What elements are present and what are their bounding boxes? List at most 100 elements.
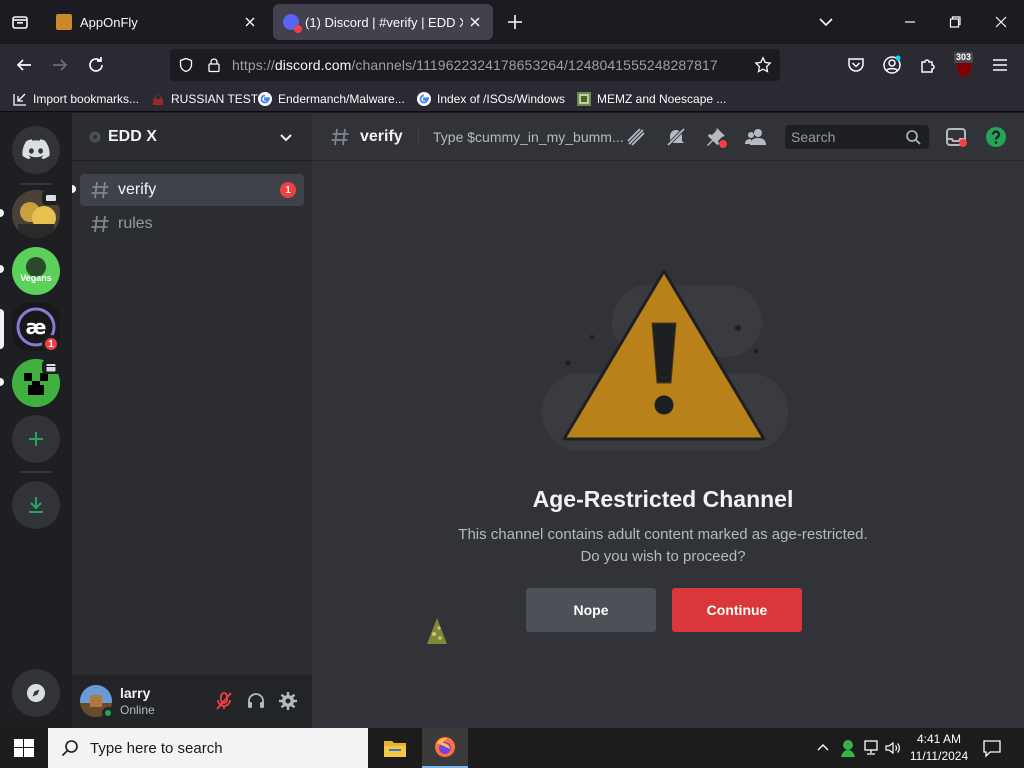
google-icon	[257, 91, 273, 107]
plus-icon	[29, 432, 43, 446]
url-text: https://discord.com/channels/11196223241…	[232, 57, 718, 73]
header-divider	[418, 127, 419, 147]
text-channel-hash-icon	[328, 125, 352, 149]
bookmark-label: Index of /ISOs/Windows	[437, 92, 566, 106]
channel-topic[interactable]: Type $cummy_in_my_bumm...	[433, 129, 624, 145]
tracking-protection-shield-icon[interactable]	[178, 57, 194, 73]
notification-bell-muted-icon[interactable]	[664, 125, 688, 149]
minimize-icon[interactable]	[898, 10, 922, 34]
bookmark-memz[interactable]: MEMZ and Noescape ...	[576, 90, 726, 108]
continue-button[interactable]: Continue	[672, 588, 802, 632]
main-content: verify Type $cummy_in_my_bumm... Search	[312, 113, 1024, 728]
unread-indicator	[0, 265, 4, 273]
text-channel-hash-icon	[88, 178, 112, 202]
close-window-icon[interactable]	[989, 10, 1013, 34]
unread-indicator	[0, 209, 4, 217]
bookmark-star-icon[interactable]	[754, 56, 772, 74]
calendar-event-icon	[42, 360, 60, 374]
bookmark-label: Endermanch/Malware...	[278, 92, 405, 106]
search-icon	[905, 129, 921, 145]
age-restricted-illustration	[538, 263, 788, 453]
headphones-icon[interactable]	[245, 690, 267, 712]
text-channel-hash-icon	[88, 212, 112, 236]
volume-icon[interactable]	[884, 739, 902, 757]
bookmark-endermanch[interactable]: Endermanch/Malware...	[257, 90, 405, 108]
channel-sidebar: EDD X verify 1 rules larry Online	[72, 113, 312, 728]
account-icon[interactable]	[882, 55, 902, 75]
user-settings-gear-icon[interactable]	[277, 690, 299, 712]
tab-apponfly[interactable]: AppOnFly	[46, 4, 268, 40]
help-icon[interactable]	[984, 125, 1008, 149]
hamburger-menu-icon[interactable]	[990, 55, 1010, 75]
bookmark-import[interactable]: Import bookmarks...	[12, 90, 139, 108]
member-list-icon[interactable]	[744, 125, 768, 149]
network-icon[interactable]	[862, 739, 880, 757]
import-icon	[12, 91, 28, 107]
new-tab-icon[interactable]	[503, 10, 527, 34]
guild-divider	[20, 471, 52, 473]
mute-mic-icon[interactable]	[213, 690, 235, 712]
ublock-extension-icon[interactable]: 303	[952, 52, 976, 79]
svg-text:æ: æ	[26, 315, 47, 339]
close-tab-icon[interactable]	[238, 10, 262, 34]
pinned-messages-icon[interactable]	[704, 125, 728, 149]
restore-icon[interactable]	[943, 10, 967, 34]
pocket-icon[interactable]	[846, 55, 866, 75]
server-icon-vegans[interactable]: Vegans	[12, 247, 60, 295]
inbox-icon[interactable]	[944, 125, 968, 149]
compass-icon	[27, 684, 45, 702]
reload-icon[interactable]	[84, 53, 108, 77]
notice-question: Do you wish to proceed?	[580, 548, 746, 565]
forward-icon[interactable]	[48, 53, 72, 77]
tab-discord[interactable]: (1) Discord | #verify | EDD X	[273, 4, 493, 40]
back-icon[interactable]	[12, 53, 36, 77]
chevron-down-icon[interactable]	[278, 129, 294, 145]
tray-app-icon[interactable]	[838, 738, 858, 758]
bookmark-label: RUSSIAN TEST	[171, 92, 259, 106]
username: larry	[120, 685, 151, 701]
bookmark-russian-test[interactable]: RUSSIAN TEST	[150, 90, 258, 108]
image-icon	[576, 91, 592, 107]
red-hat-icon	[150, 91, 166, 107]
search-placeholder: Search	[791, 129, 836, 145]
tab-title: (1) Discord | #verify | EDD X	[305, 14, 463, 30]
party-hat-cursor-icon	[424, 616, 450, 648]
taskbar-search-input[interactable]: Type here to search	[48, 728, 368, 768]
discord-logo-icon	[22, 139, 50, 160]
channel-mention-badge: 1	[280, 182, 296, 198]
lock-icon[interactable]	[206, 57, 222, 73]
list-all-tabs-icon[interactable]	[814, 10, 838, 34]
browser-nav-bar: https://discord.com/channels/11196223241…	[0, 44, 1024, 86]
speaker-event-icon	[42, 191, 60, 205]
close-tab-icon[interactable]	[463, 10, 487, 34]
channel-title: verify	[360, 128, 403, 145]
nope-button[interactable]: Nope	[526, 588, 656, 632]
search-input[interactable]: Search	[785, 125, 929, 149]
tab-title: AppOnFly	[80, 14, 138, 30]
clock-date[interactable]: 11/11/2024	[904, 749, 974, 763]
chevron-up-icon[interactable]	[815, 740, 831, 756]
discord-home-button[interactable]	[12, 126, 60, 174]
channel-item-verify[interactable]: verify 1	[80, 174, 304, 206]
server-header[interactable]: EDD X	[72, 113, 312, 161]
bookmark-index-isos[interactable]: Index of /ISOs/Windows	[416, 90, 565, 108]
tab-list-icon[interactable]	[8, 10, 32, 34]
apponfly-favicon-icon	[56, 14, 72, 30]
clock-time[interactable]: 4:41 AM	[904, 732, 974, 746]
channel-name: verify	[118, 181, 157, 198]
mention-badge: 1	[42, 335, 60, 353]
notification-center-icon[interactable]	[982, 738, 1002, 758]
channel-item-rules[interactable]: rules	[80, 208, 304, 240]
download-apps-button[interactable]	[12, 481, 60, 529]
extensions-puzzle-icon[interactable]	[918, 55, 938, 75]
windows-start-icon[interactable]	[14, 739, 34, 757]
threads-icon[interactable]	[624, 125, 648, 149]
unread-channel-indicator	[72, 185, 76, 193]
download-icon	[29, 497, 43, 513]
add-server-button[interactable]	[12, 415, 60, 463]
url-bar[interactable]: https://discord.com/channels/11196223241…	[170, 49, 780, 81]
discover-button[interactable]	[12, 669, 60, 717]
file-explorer-icon[interactable]	[378, 728, 412, 768]
firefox-taskbar-button[interactable]	[422, 728, 468, 768]
discord-favicon-icon	[283, 14, 302, 33]
